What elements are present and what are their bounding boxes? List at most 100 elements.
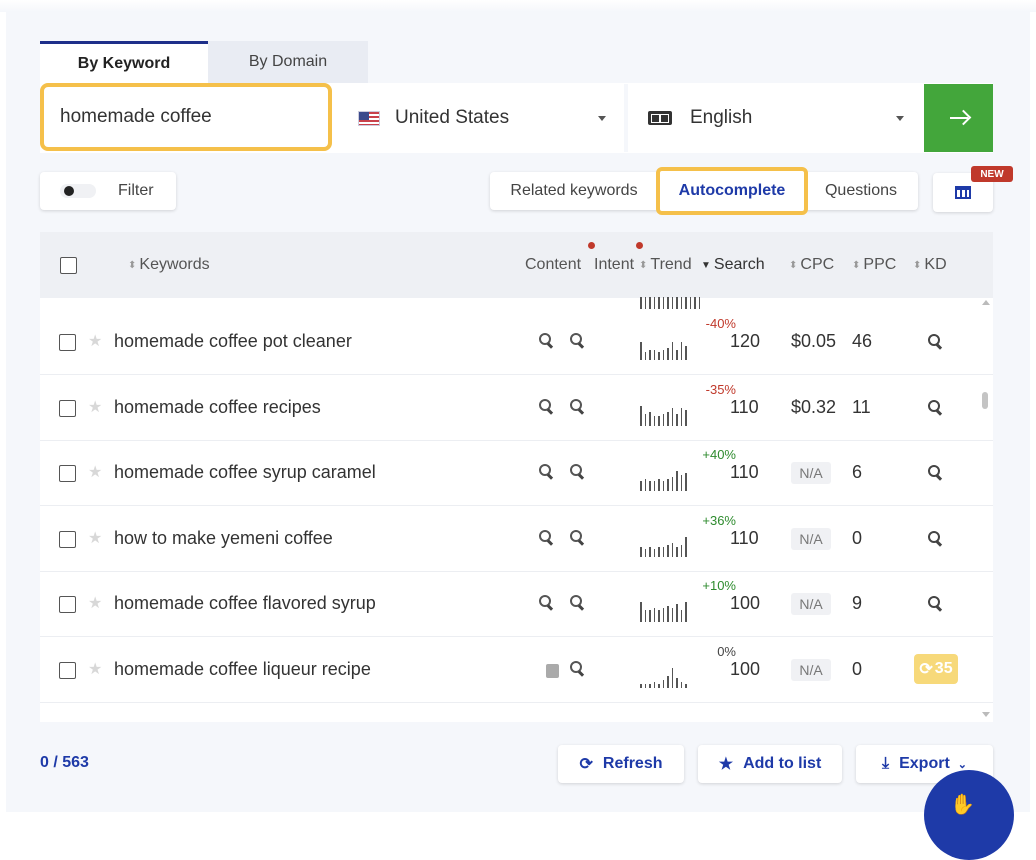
row-checkbox[interactable]: [59, 662, 76, 679]
table-row[interactable]: ★ homemade coffee pot cleaner -40% 120 $…: [40, 310, 993, 375]
mode-questions[interactable]: Questions: [810, 172, 912, 210]
star-icon[interactable]: ★: [88, 528, 102, 548]
table-row[interactable]: ★ how to make yemeni coffee +36% 110 N/A…: [40, 507, 993, 572]
sparkline-bar: [658, 684, 660, 688]
chevron-down-icon: ⌄: [957, 758, 967, 771]
row-checkbox[interactable]: [59, 334, 76, 351]
search-icon[interactable]: [928, 334, 942, 348]
row-checkbox[interactable]: [59, 596, 76, 614]
row-checkbox[interactable]: [59, 399, 76, 417]
sparkline-bar: [667, 544, 669, 557]
col-search[interactable]: ▼ Search: [701, 232, 765, 298]
sparkline-bar: [640, 546, 642, 557]
table-row[interactable]: ★ homemade coffee flavored syrup +10% 10…: [40, 572, 993, 638]
search-icon[interactable]: [928, 465, 942, 479]
cpc-na-badge: N/A: [791, 527, 831, 550]
search-icon[interactable]: [539, 398, 553, 413]
keyword-text[interactable]: homemade coffee syrup caramel: [114, 462, 376, 483]
sparkline-bar: [685, 409, 687, 426]
col-kd[interactable]: ⬍ KD: [913, 232, 947, 298]
language-select[interactable]: English: [628, 84, 922, 152]
selection-counter: 0 / 563: [40, 754, 89, 771]
search-icon[interactable]: [928, 530, 942, 545]
keyword-text[interactable]: homemade coffee flavored syrup: [114, 593, 376, 614]
search-icon[interactable]: [539, 333, 553, 347]
tab-by-domain[interactable]: By Domain: [208, 41, 368, 83]
sparkline-bar: [676, 297, 678, 309]
sparkline-bar: [640, 342, 642, 360]
search-icon[interactable]: [928, 596, 942, 610]
table-row[interactable]: ★ homemade coffee recipes -35% 110 $0.32…: [40, 376, 993, 441]
sparkline-bar: [667, 676, 669, 688]
keyword-text[interactable]: homemade coffee liqueur recipe: [114, 659, 371, 680]
keyword-text[interactable]: homemade coffee pot cleaner: [114, 331, 352, 352]
table-row[interactable]: ★ homemade coffee liqueur recipe 0% 100 …: [40, 638, 993, 703]
search-icon[interactable]: [539, 464, 553, 478]
kd-badge[interactable]: ⟳ 35: [914, 654, 958, 684]
star-icon[interactable]: ★: [88, 331, 102, 351]
ppc-value: 9: [852, 593, 863, 614]
sparkline-bar: [640, 684, 642, 688]
search-icon[interactable]: [928, 399, 942, 414]
refresh-button[interactable]: ⟳ Refresh: [558, 745, 684, 783]
us-flag-icon: [358, 110, 380, 126]
search-submit-button[interactable]: [924, 84, 993, 152]
sparkline-bar: [653, 481, 655, 492]
sparkline-bar: [680, 297, 682, 309]
select-all-checkbox[interactable]: [60, 256, 77, 274]
table-row[interactable]: ★ homemade coffee syrup caramel +40% 110…: [40, 441, 993, 507]
row-checkbox[interactable]: [59, 530, 76, 548]
star-icon[interactable]: ★: [88, 397, 102, 417]
search-icon[interactable]: [539, 529, 553, 544]
sparkline-bar: [671, 542, 673, 557]
col-keywords[interactable]: ⬍ Keywords: [128, 232, 210, 298]
content-image-icon[interactable]: [546, 664, 559, 678]
help-chat-button[interactable]: ✋: [924, 770, 1014, 860]
filter-label: Filter: [118, 182, 154, 199]
row-checkbox[interactable]: [59, 465, 76, 483]
col-ppc-label: PPC: [863, 256, 897, 273]
col-intent-label: Intent: [594, 256, 635, 273]
keyword-input[interactable]: [40, 83, 332, 151]
country-select[interactable]: United States: [338, 84, 624, 152]
mode-related-keywords[interactable]: Related keywords: [500, 172, 648, 210]
sparkline-bar: [671, 407, 673, 426]
keyword-text[interactable]: how to make yemeni coffee: [114, 528, 333, 549]
sparkline-bar: [644, 413, 646, 426]
search-icon[interactable]: [570, 595, 584, 609]
col-trend[interactable]: ⬍ Trend: [639, 232, 692, 298]
scroll-up-icon[interactable]: [982, 300, 990, 305]
download-icon: ⤓: [882, 755, 890, 772]
mode-autocomplete[interactable]: Autocomplete: [656, 167, 808, 215]
search-volume: 110: [730, 396, 759, 417]
search-icon[interactable]: [570, 398, 584, 413]
star-icon[interactable]: ★: [88, 462, 102, 482]
search-icon[interactable]: [570, 529, 584, 544]
tab-by-keyword[interactable]: By Keyword: [40, 41, 208, 83]
search-icon[interactable]: [570, 464, 584, 478]
select-all[interactable]: [60, 232, 77, 298]
sparkline-bar: [680, 682, 682, 688]
star-icon[interactable]: ★: [88, 659, 102, 679]
sparkline-bar: [653, 548, 655, 557]
top-shadow: [0, 0, 1036, 12]
add-to-list-button[interactable]: ★ Add to list: [698, 745, 842, 783]
sparkline-bar: [662, 297, 664, 309]
partial-row-sparkline: [640, 297, 700, 309]
cpc-na-badge: N/A: [791, 462, 831, 485]
scroll-thumb[interactable]: [982, 392, 988, 409]
search-icon[interactable]: [570, 333, 584, 347]
star-icon[interactable]: ★: [88, 593, 102, 613]
toggle-switch[interactable]: [60, 184, 96, 198]
table-scrollbar[interactable]: [978, 298, 993, 722]
sparkline-bar: [698, 297, 700, 309]
col-ppc[interactable]: ⬍ PPC: [852, 232, 896, 298]
search-icon[interactable]: [539, 595, 553, 609]
keyword-text[interactable]: homemade coffee recipes: [114, 397, 321, 418]
sparkline-bar: [671, 608, 673, 623]
col-cpc[interactable]: ⬍ CPC: [789, 232, 834, 298]
search-icon[interactable]: [570, 661, 584, 675]
filter-toggle[interactable]: Filter: [40, 172, 176, 210]
trend-sparkline: [640, 405, 687, 426]
scroll-down-icon[interactable]: [982, 712, 990, 717]
